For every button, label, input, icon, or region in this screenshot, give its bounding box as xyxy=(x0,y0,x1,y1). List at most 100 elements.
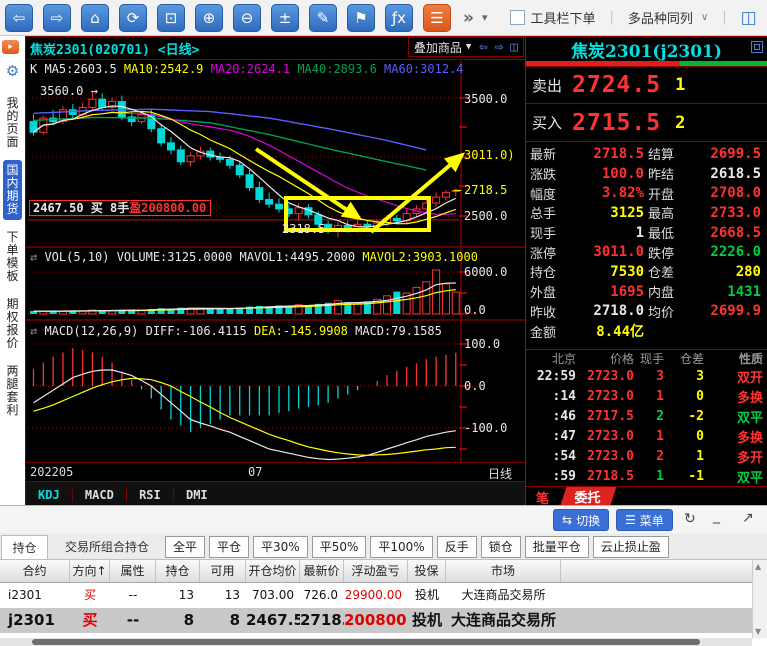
minimize-icon[interactable]: _ xyxy=(713,508,720,524)
quote-fields-grid: 最新2718.5结算2699.5涨跌100.0昨结2618.5幅度3.82%开盘… xyxy=(526,142,767,342)
toolbar-dropdown-icon[interactable]: ▾ xyxy=(482,11,488,24)
indicator-tab-dmi[interactable]: DMI xyxy=(186,488,208,502)
indicator-tab-kdj[interactable]: KDJ xyxy=(38,488,60,502)
bid-row[interactable]: 买入 2715.5 2 xyxy=(526,104,767,142)
tick-header: 现手 xyxy=(634,350,664,367)
scroll-up-icon[interactable]: ▲ xyxy=(755,562,761,571)
cell-market: 大连商品交易所 xyxy=(446,583,561,608)
vertical-scrollbar[interactable]: ▲ ▼ xyxy=(752,560,767,638)
field-label: 涨跌 xyxy=(530,164,574,183)
tick-row: :542723.021多开 xyxy=(526,446,767,466)
hscroll-thumb[interactable] xyxy=(32,639,700,645)
tick-row: :142723.010多换 xyxy=(526,386,767,406)
sidebar-items: 我的页面国内期货下单模板期权报价两腿套利 xyxy=(0,86,25,428)
tick-qty: 1 xyxy=(634,389,664,404)
action-button-云止损止盈[interactable]: 云止损止盈 xyxy=(593,536,669,558)
action-button-平50%[interactable]: 平50% xyxy=(312,536,367,558)
cell-attribute: -- xyxy=(110,583,156,608)
sidebar-item-我的页面[interactable]: 我的页面 xyxy=(3,93,22,153)
tick-oi-change: -1 xyxy=(664,469,704,484)
split-panel-icon[interactable]: ◫ xyxy=(510,40,518,55)
position-entry-text: 2467.50 买 8手 xyxy=(33,201,129,215)
position-action-buttons: 全平平仓平30%平50%平100%反手锁仓批量平仓云止损止盈 xyxy=(165,536,673,558)
action-button-平100%[interactable]: 平100% xyxy=(370,536,432,558)
refresh-button[interactable]: ⟳ xyxy=(119,4,147,32)
tick-tabs: 笔 委托 xyxy=(526,486,767,507)
kline-chart-area[interactable]: K MA5:2603.5 MA10:2542.9 MA20:2624.1 MA4… xyxy=(26,60,526,462)
watchlist-button[interactable]: ☰ xyxy=(423,4,451,32)
indicator-tab-rsi[interactable]: RSI xyxy=(139,488,161,502)
chart-symbol-title: 焦炭2301(020701) <日线> xyxy=(30,39,199,58)
toolbar-overflow-icon[interactable]: » xyxy=(463,8,474,28)
scroll-down-icon[interactable]: ▼ xyxy=(755,627,761,636)
tick-nature: 双平 xyxy=(704,467,763,486)
toolbar-order-checkbox[interactable] xyxy=(510,10,525,25)
quote-field-row: 金额8.44亿 xyxy=(526,321,767,341)
refresh-icon[interactable]: ↻ xyxy=(684,511,696,527)
tick-time: 22:59 xyxy=(530,369,576,384)
position-row-j2301[interactable]: j2301买--882467.502718.5200800.00投机大连商品交易… xyxy=(0,608,767,633)
chevron-down-icon[interactable]: ∨ xyxy=(701,12,708,23)
switch-label: 切换 xyxy=(576,512,600,529)
prev-symbol-icon[interactable]: ⇦ xyxy=(479,39,487,55)
sidebar-item-下单模板[interactable]: 下单模板 xyxy=(3,227,22,287)
chevron-down-icon[interactable]: ▼ xyxy=(466,42,471,52)
sidebar-expand-button[interactable]: ▸ xyxy=(2,40,19,54)
flag-order-button[interactable]: ⚑ xyxy=(347,4,375,32)
cell-position: 13 xyxy=(156,583,200,608)
action-button-锁仓[interactable]: 锁仓 xyxy=(481,536,521,558)
multi-symbol-dropdown[interactable]: 多品种同列 xyxy=(628,8,693,27)
condition-order-button[interactable]: ± xyxy=(271,4,299,32)
positions-tab-holdings[interactable]: 持仓 xyxy=(1,535,48,559)
home-button[interactable]: ⌂ xyxy=(81,4,109,32)
draw-line-button[interactable]: ✎ xyxy=(309,4,337,32)
header-filler xyxy=(561,560,767,582)
cell-market: 大连商品交易所 xyxy=(446,608,561,633)
sidebar-item-国内期货[interactable]: 国内期货 xyxy=(3,160,22,220)
chart-panel: 焦炭2301(020701) <日线> 叠加商品 ▼ ⇦ ⇨ ◫ K MA5:2… xyxy=(25,36,525,505)
forward-button[interactable]: ⇨ xyxy=(43,4,71,32)
action-button-全平[interactable]: 全平 xyxy=(165,536,205,558)
next-symbol-icon[interactable]: ⇨ xyxy=(495,39,503,55)
region-select-button[interactable]: ⊡ xyxy=(157,4,185,32)
sidebar-item-期权报价[interactable]: 期权报价 xyxy=(3,294,22,354)
zoom-in-button[interactable]: ⊕ xyxy=(195,4,223,32)
field-label: 昨收 xyxy=(530,302,574,321)
indicator-tab-macd[interactable]: MACD xyxy=(85,488,114,502)
quote-field-row: 涨停3011.0跌停2226.0 xyxy=(526,242,767,262)
zoom-out-button[interactable]: ⊖ xyxy=(233,4,261,32)
switch-button[interactable]: ⇆ 切换 xyxy=(553,509,609,531)
restore-window-icon[interactable] xyxy=(751,41,763,53)
field-value: 1695 xyxy=(574,284,648,300)
layout-panel-icon[interactable]: ◫ xyxy=(741,8,757,28)
action-button-反手[interactable]: 反手 xyxy=(437,536,477,558)
formula-button[interactable]: ƒx xyxy=(385,4,413,32)
field-value: 3011.0 xyxy=(574,244,648,260)
tick-row: 22:592723.033双开 xyxy=(526,366,767,386)
menu-button[interactable]: ☰菜单 xyxy=(616,509,673,531)
positions-tab-combo[interactable]: 交易所组合持仓 xyxy=(48,535,166,559)
ask-row[interactable]: 卖出 2724.5 1 xyxy=(526,66,767,104)
tab-tick[interactable]: 笔 xyxy=(536,488,549,507)
sidebar-item-两腿套利[interactable]: 两腿套利 xyxy=(3,361,22,421)
overlay-commodity-button[interactable]: 叠加商品 xyxy=(414,39,462,56)
back-button[interactable]: ⇦ xyxy=(5,4,33,32)
tick-oi-change: 0 xyxy=(664,389,704,404)
field-label: 仓差 xyxy=(648,262,692,281)
position-row-i2301[interactable]: i2301买--1313703.00726.029900.00投机大连商品交易所 xyxy=(0,583,767,608)
menu-icon: ☰ xyxy=(625,513,636,527)
switch-icon: ⇆ xyxy=(562,513,572,527)
action-button-平仓[interactable]: 平仓 xyxy=(209,536,249,558)
action-button-批量平仓[interactable]: 批量平仓 xyxy=(525,536,589,558)
tick-header: 性质 xyxy=(704,350,763,367)
tick-nature: 双开 xyxy=(704,367,763,386)
cell-direction: 买 xyxy=(70,583,110,608)
position-profit-text: 盈200800.00 xyxy=(129,201,206,215)
chart-svg[interactable] xyxy=(26,60,526,462)
ask-qty: 1 xyxy=(675,75,685,95)
expand-icon[interactable]: ↗ xyxy=(742,510,754,526)
action-button-平30%[interactable]: 平30% xyxy=(253,536,308,558)
gear-icon[interactable]: ⚙ xyxy=(0,62,25,80)
xaxis-label-start: 202205 xyxy=(30,465,73,479)
horizontal-scrollbar[interactable] xyxy=(0,638,752,646)
